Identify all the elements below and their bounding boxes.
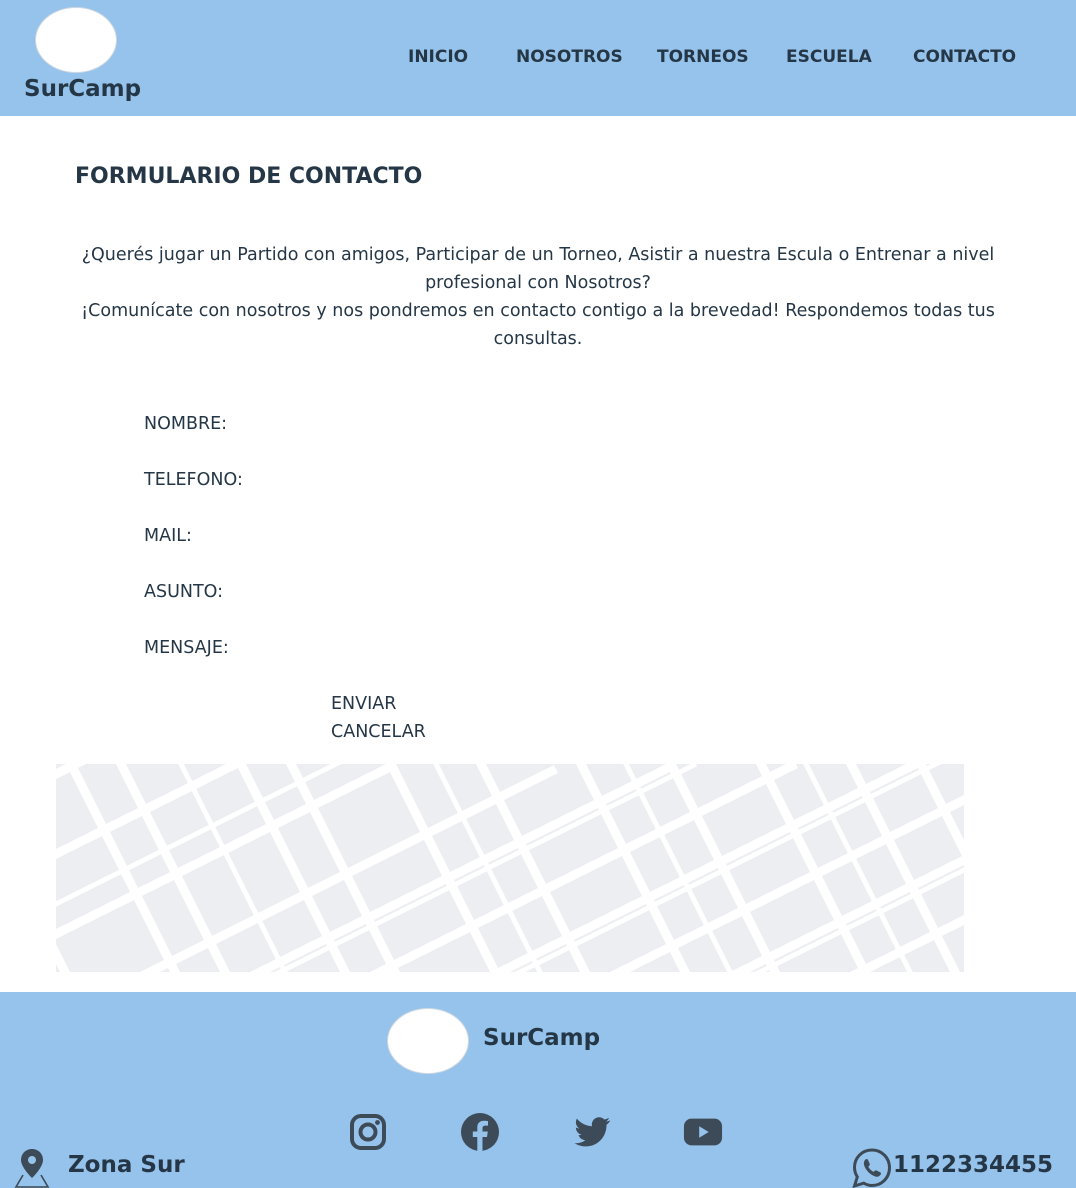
page-title: FORMULARIO DE CONTACTO	[75, 164, 423, 189]
footer-logo-image[interactable]	[387, 1008, 469, 1074]
location-pin-icon	[14, 1149, 50, 1188]
brand-name[interactable]: SurCamp	[24, 76, 141, 102]
twitter-icon[interactable]	[572, 1112, 612, 1152]
name-field[interactable]	[260, 413, 860, 439]
subject-field[interactable]	[260, 581, 860, 607]
logo-image[interactable]	[35, 7, 117, 73]
phone-label: TELEFONO:	[144, 470, 243, 490]
site-footer: SurCamp Zona Sur 1122334455	[0, 992, 1076, 1188]
facebook-icon[interactable]	[460, 1112, 500, 1152]
cancel-button[interactable]: CANCELAR	[331, 722, 426, 742]
message-label: MENSAJE:	[144, 638, 229, 658]
map-embed[interactable]	[56, 764, 964, 972]
subject-label: ASUNTO:	[144, 582, 224, 602]
nav-item-contacto[interactable]: CONTACTO	[913, 47, 1016, 67]
intro-text: ¿Querés jugar un Partido con amigos, Par…	[60, 241, 1016, 353]
nav-item-nosotros[interactable]: NOSOTROS	[516, 47, 623, 67]
nav-item-inicio[interactable]: INICIO	[408, 47, 468, 67]
youtube-icon[interactable]	[683, 1112, 723, 1152]
map-streets	[56, 764, 964, 972]
email-label: MAIL:	[144, 526, 192, 546]
phone-field[interactable]	[260, 469, 860, 495]
intro-line-1: ¿Querés jugar un Partido con amigos, Par…	[81, 245, 995, 293]
instagram-icon[interactable]	[348, 1112, 388, 1152]
submit-button[interactable]: ENVIAR	[331, 694, 396, 714]
nav-item-escuela[interactable]: ESCUELA	[786, 47, 872, 67]
message-field[interactable]	[260, 637, 860, 663]
phone-number[interactable]: 1122334455	[893, 1152, 1053, 1178]
name-label: NOMBRE:	[144, 414, 228, 434]
location-text: Zona Sur	[68, 1152, 185, 1178]
footer-brand-name[interactable]: SurCamp	[483, 1025, 600, 1051]
intro-line-2: ¡Comunícate con nosotros y nos pondremos…	[81, 301, 995, 349]
email-field[interactable]	[260, 525, 860, 551]
whatsapp-icon[interactable]	[851, 1147, 893, 1188]
site-header: SurCamp INICIO NOSOTROS TORNEOS ESCUELA …	[0, 0, 1076, 116]
nav-item-torneos[interactable]: TORNEOS	[657, 47, 749, 67]
